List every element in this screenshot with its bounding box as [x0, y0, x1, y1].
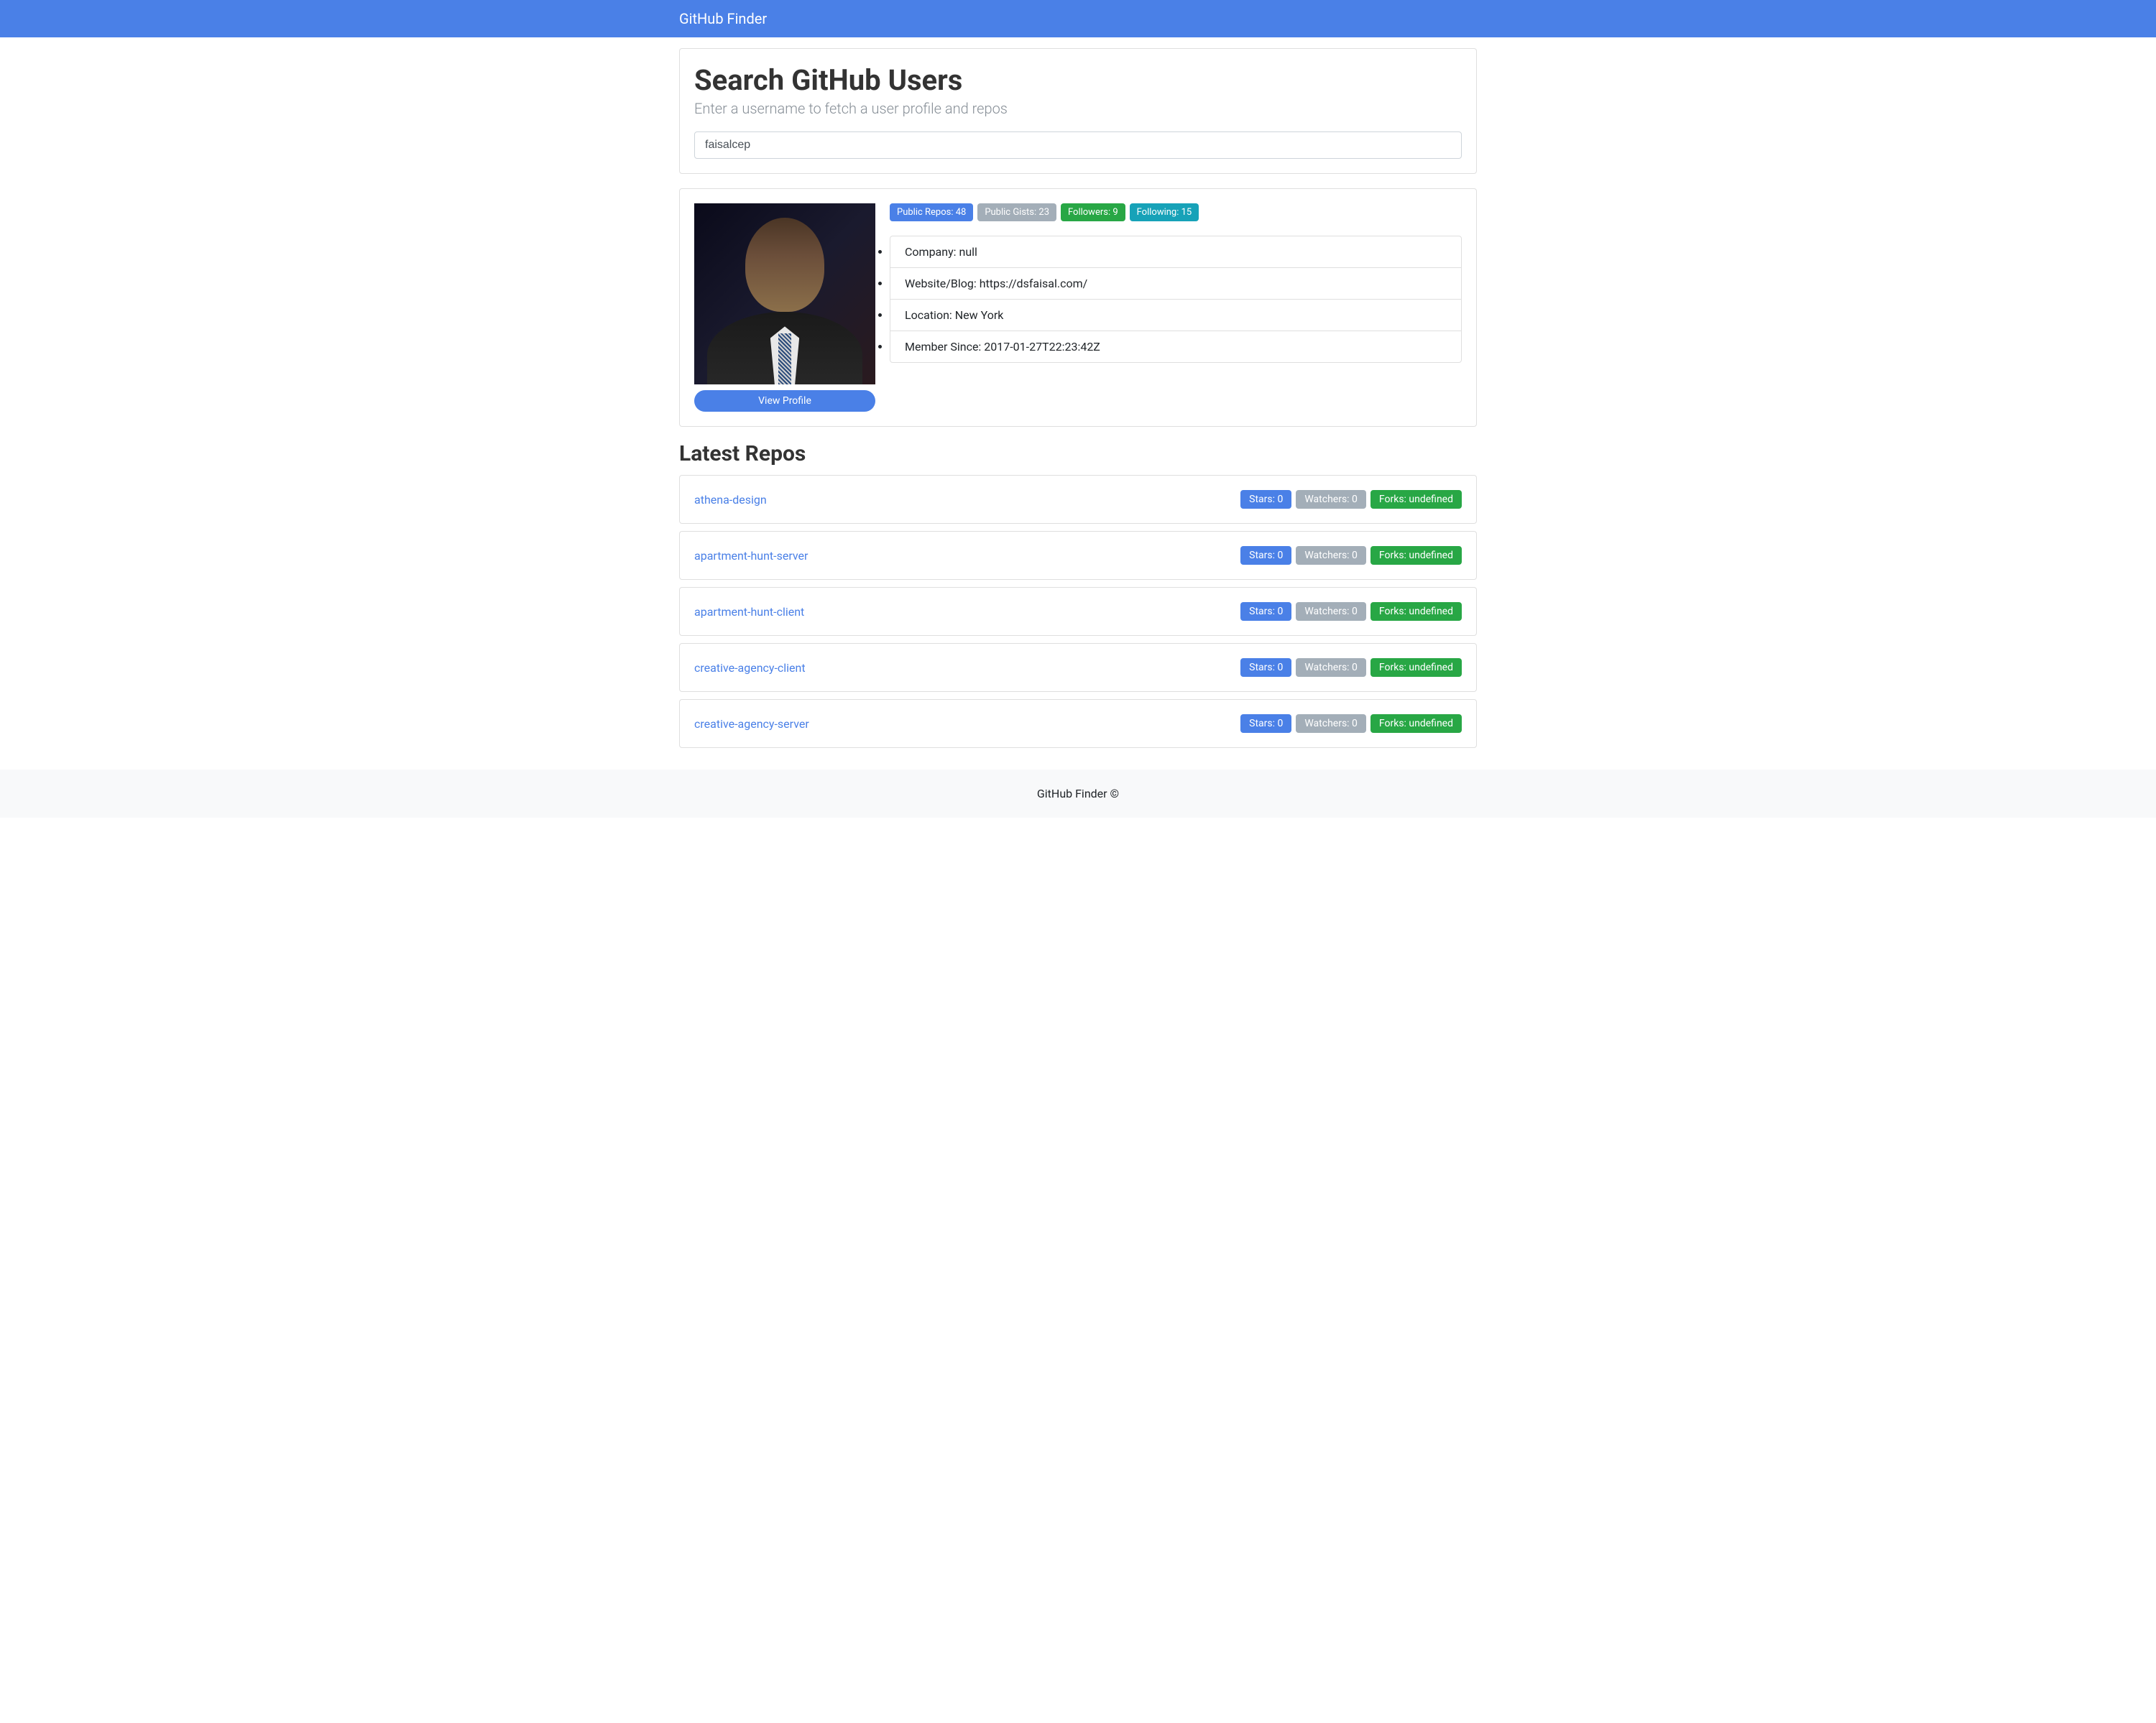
company-item: Company: null [890, 236, 1461, 268]
search-title: Search GitHub Users [694, 63, 1462, 97]
watchers-badge: Watchers: 0 [1296, 546, 1366, 565]
navbar-brand[interactable]: GitHub Finder [679, 10, 767, 27]
following-badge: Following: 15 [1130, 203, 1199, 221]
forks-badge: Forks: undefined [1370, 602, 1462, 621]
repo-link[interactable]: athena-design [694, 493, 767, 507]
repo-card: creative-agency-server Stars: 0 Watchers… [679, 699, 1477, 748]
view-profile-button[interactable]: View Profile [694, 390, 875, 412]
public-repos-badge: Public Repos: 48 [890, 203, 973, 221]
repos-heading: Latest Repos [679, 441, 1477, 466]
repo-card: creative-agency-client Stars: 0 Watchers… [679, 643, 1477, 692]
stars-badge: Stars: 0 [1240, 546, 1291, 565]
watchers-badge: Watchers: 0 [1296, 602, 1366, 621]
stars-badge: Stars: 0 [1240, 490, 1291, 509]
repo-link[interactable]: apartment-hunt-server [694, 549, 808, 563]
public-gists-badge: Public Gists: 23 [977, 203, 1056, 221]
footer: GitHub Finder © [0, 770, 2156, 818]
repo-link[interactable]: creative-agency-server [694, 717, 809, 731]
repo-link[interactable]: creative-agency-client [694, 661, 806, 675]
forks-badge: Forks: undefined [1370, 490, 1462, 509]
profile-card: View Profile Public Repos: 48 Public Gis… [679, 188, 1477, 427]
followers-badge: Followers: 9 [1061, 203, 1125, 221]
forks-badge: Forks: undefined [1370, 658, 1462, 677]
repos-list: athena-design Stars: 0 Watchers: 0 Forks… [679, 475, 1477, 748]
navbar: GitHub Finder [0, 0, 2156, 37]
forks-badge: Forks: undefined [1370, 714, 1462, 733]
avatar [694, 203, 875, 384]
website-item: Website/Blog: https://dsfaisal.com/ [890, 268, 1461, 300]
stars-badge: Stars: 0 [1240, 602, 1291, 621]
repo-card: apartment-hunt-client Stars: 0 Watchers:… [679, 587, 1477, 636]
repo-card: athena-design Stars: 0 Watchers: 0 Forks… [679, 475, 1477, 524]
stars-badge: Stars: 0 [1240, 714, 1291, 733]
search-input[interactable] [694, 131, 1462, 159]
stars-badge: Stars: 0 [1240, 658, 1291, 677]
forks-badge: Forks: undefined [1370, 546, 1462, 565]
profile-details-list: Company: null Website/Blog: https://dsfa… [890, 236, 1462, 363]
footer-text: GitHub Finder © [1037, 787, 1119, 800]
member-since-item: Member Since: 2017-01-27T22:23:42Z [890, 331, 1461, 362]
repo-link[interactable]: apartment-hunt-client [694, 605, 804, 619]
search-subtitle: Enter a username to fetch a user profile… [694, 100, 1462, 117]
location-item: Location: New York [890, 300, 1461, 331]
watchers-badge: Watchers: 0 [1296, 658, 1366, 677]
watchers-badge: Watchers: 0 [1296, 490, 1366, 509]
repo-card: apartment-hunt-server Stars: 0 Watchers:… [679, 531, 1477, 580]
search-card: Search GitHub Users Enter a username to … [679, 48, 1477, 174]
watchers-badge: Watchers: 0 [1296, 714, 1366, 733]
